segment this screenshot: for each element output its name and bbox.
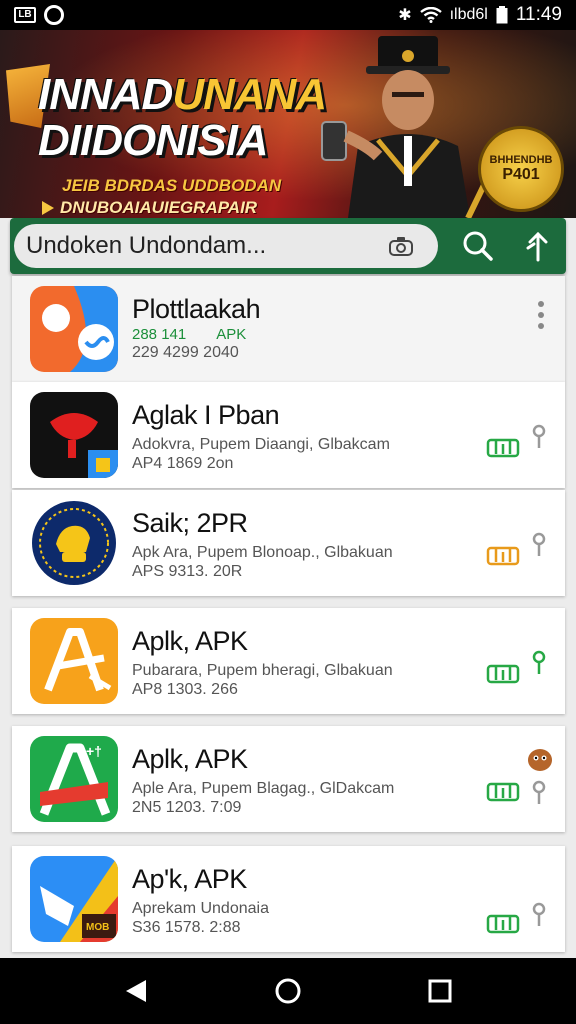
pin-icon <box>532 780 546 804</box>
app-description: Apk Ara, Pupem Blonoap., Glbakuan <box>132 544 393 561</box>
banner-title-white: INNAD <box>38 70 173 119</box>
app-icon <box>30 392 118 478</box>
back-icon <box>126 980 146 1002</box>
banner-subtitle2-text: DNUBOAIAUIEGRAPAIR <box>60 198 258 217</box>
status-time: 11:49 <box>515 4 562 25</box>
download-icon[interactable] <box>486 434 520 458</box>
banner-title-line2: DIIDONISIA <box>38 116 269 165</box>
home-button[interactable] <box>268 971 308 1011</box>
pin-icon <box>532 902 546 926</box>
recents-icon <box>428 979 452 1003</box>
recents-button[interactable] <box>420 971 460 1011</box>
app-icon <box>30 618 118 704</box>
app-icon: MOB <box>30 856 118 942</box>
battery-icon <box>496 6 508 24</box>
back-button[interactable] <box>116 971 156 1011</box>
app-description: Pubarara, Pupem bheragi, Glbakuan <box>132 662 393 679</box>
app-icon: +† <box>30 736 118 822</box>
app-meta: AP8 1303. 266 <box>132 681 238 698</box>
search-bar <box>10 218 566 274</box>
app-description: Aprekam Undonaia <box>132 900 269 917</box>
list-item[interactable]: Aplk, APK Pubarara, Pupem bheragi, Glbak… <box>12 608 565 714</box>
banner-title: INNADUNANA DIIDONISIA <box>38 70 327 165</box>
app-meta: APS 9313. 20R <box>132 563 243 580</box>
badge-line2: P401 <box>502 166 540 183</box>
navigation-bar <box>0 958 576 1024</box>
home-icon <box>275 978 301 1004</box>
pin-icon <box>532 424 546 448</box>
pin-icon <box>532 532 546 556</box>
mascot-icon <box>528 749 552 771</box>
list-item[interactable]: +† Aplk, APK Aple Ara, Pupem Blagag., Gl… <box>12 726 565 832</box>
promo-badge: BHHENDHB P401 <box>478 126 564 212</box>
search-input[interactable] <box>14 224 438 268</box>
download-icon[interactable] <box>486 778 520 802</box>
download-icon[interactable] <box>486 910 520 934</box>
download-icon[interactable] <box>486 542 520 566</box>
app-apk-label: APK <box>216 326 247 343</box>
app-description: Adokvra, Pupem Diaangi, Glbakcam <box>132 436 390 453</box>
search-icon[interactable] <box>462 230 494 262</box>
app-meta: S36 1578. 2:88 <box>132 919 241 936</box>
app-meta: 229 4299 2040 <box>132 344 239 361</box>
carrier-text: ılbd6l <box>449 6 488 23</box>
app-meta-green: 288 141 APK <box>132 326 246 343</box>
list-item[interactable]: Plottlaakah 288 141 APK 229 4299 2040 <box>12 276 565 382</box>
svg-text:MOB: MOB <box>86 922 109 933</box>
notification-box-icon: LB <box>14 7 36 23</box>
app-meta: 2N5 1203. 7:09 <box>132 799 242 816</box>
soldier-figure-illustration <box>321 36 498 218</box>
list-item[interactable]: MOB Ap'k, APK Aprekam Undonaia S36 1578.… <box>12 846 565 952</box>
app-title: Plottlaakah <box>132 294 261 324</box>
promo-banner[interactable]: INNADUNANA DIIDONISIA JEIB BDRDAS UDDBOD… <box>0 30 576 218</box>
app-title: Aplk, APK <box>132 626 248 656</box>
status-bar: LB ✱ ılbd6l 11:49 <box>0 0 576 30</box>
play-icon <box>42 201 54 215</box>
app-icon <box>30 286 118 372</box>
more-options-icon[interactable] <box>537 300 545 330</box>
banner-subtitle2: DNUBOAIAUIEGRAPAIR <box>42 198 257 218</box>
app-title: Saik; 2PR <box>132 508 248 538</box>
app-title: Aglak I Pban <box>132 400 280 430</box>
pin-icon <box>532 650 546 674</box>
badge-line1: BHHENDHB <box>489 154 553 166</box>
app-meta-numbers: 288 141 <box>132 326 187 343</box>
list-item[interactable]: Saik; 2PR Apk Ara, Pupem Blonoap., Glbak… <box>12 490 565 596</box>
app-description: Aple Ara, Pupem Blagag., GlDakcam <box>132 780 395 797</box>
bluetooth-icon: ✱ <box>398 7 412 24</box>
app-icon <box>30 500 118 586</box>
app-title: Aplk, APK <box>132 744 248 774</box>
download-icon[interactable] <box>486 660 520 684</box>
app-meta: AP4 1869 2on <box>132 455 234 472</box>
camera-icon[interactable] <box>388 236 414 256</box>
circle-icon <box>44 5 64 25</box>
banner-subtitle: JEIB BDRDAS UDDBODAN <box>62 176 282 195</box>
svg-text:+†: +† <box>86 743 102 759</box>
share-icon[interactable] <box>524 230 552 262</box>
list-item[interactable]: Aglak I Pban Adokvra, Pupem Diaangi, Glb… <box>12 382 565 488</box>
app-title: Ap'k, APK <box>132 864 247 894</box>
banner-title-gold: UNANA <box>172 70 327 119</box>
wifi-icon <box>419 7 442 23</box>
